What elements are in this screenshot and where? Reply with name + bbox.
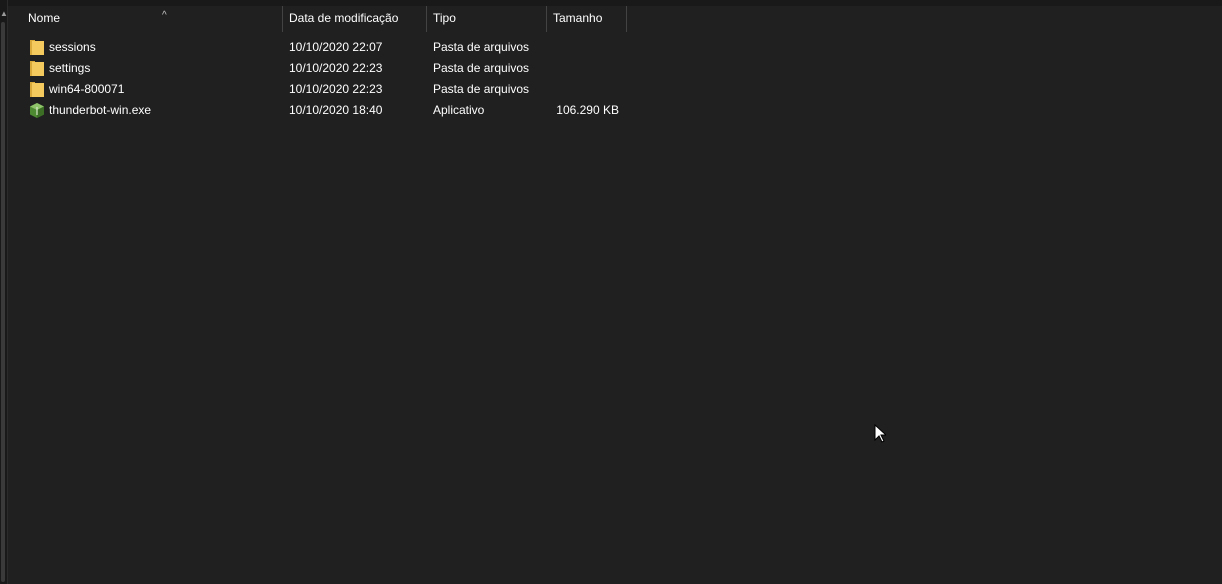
column-header-date[interactable]: Data de modificação: [283, 6, 426, 32]
column-header-size[interactable]: Tamanho: [547, 6, 626, 32]
column-header-bar: Nome ^ Data de modificação Tipo Tamanho: [8, 6, 1222, 32]
file-type: Pasta de arquivos: [433, 40, 530, 54]
navigation-pane-edge: ▲: [0, 0, 8, 584]
sort-ascending-icon: ^: [162, 10, 167, 21]
file-name: settings: [49, 61, 91, 75]
navigation-scrollbar[interactable]: [1, 22, 5, 582]
column-header-type-label: Tipo: [433, 11, 456, 25]
scroll-up-icon[interactable]: ▲: [0, 9, 8, 19]
file-name: sessions: [49, 40, 96, 54]
file-name: thunderbot-win.exe: [49, 103, 152, 117]
column-header-name-label: Nome: [28, 11, 61, 25]
column-header-name[interactable]: Nome ^: [22, 6, 282, 32]
mouse-cursor-icon: [874, 424, 886, 443]
column-header-date-label: Data de modificação: [289, 11, 399, 25]
file-date: 10/10/2020 22:23: [289, 82, 383, 96]
file-row[interactable]: settings 10/10/2020 22:23 Pasta de arqui…: [28, 58, 628, 79]
exe-app-icon: [30, 103, 44, 118]
file-date: 10/10/2020 22:07: [289, 40, 383, 54]
folder-icon: [30, 40, 44, 55]
column-header-size-label: Tamanho: [553, 11, 603, 25]
file-row[interactable]: thunderbot-win.exe 10/10/2020 18:40 Apli…: [28, 100, 628, 121]
file-type: Pasta de arquivos: [433, 61, 530, 75]
folder-icon: [30, 61, 44, 76]
file-size: 106.290 KB: [556, 103, 619, 117]
column-divider[interactable]: [626, 6, 627, 32]
file-row[interactable]: sessions 10/10/2020 22:07 Pasta de arqui…: [28, 37, 628, 58]
file-row[interactable]: win64-800071 10/10/2020 22:23 Pasta de a…: [28, 79, 628, 100]
column-header-type[interactable]: Tipo: [427, 6, 546, 32]
file-date: 10/10/2020 22:23: [289, 61, 383, 75]
file-date: 10/10/2020 18:40: [289, 103, 383, 117]
file-name: win64-800071: [49, 82, 125, 96]
file-type: Aplicativo: [433, 103, 485, 117]
folder-icon: [30, 82, 44, 97]
file-type: Pasta de arquivos: [433, 82, 530, 96]
